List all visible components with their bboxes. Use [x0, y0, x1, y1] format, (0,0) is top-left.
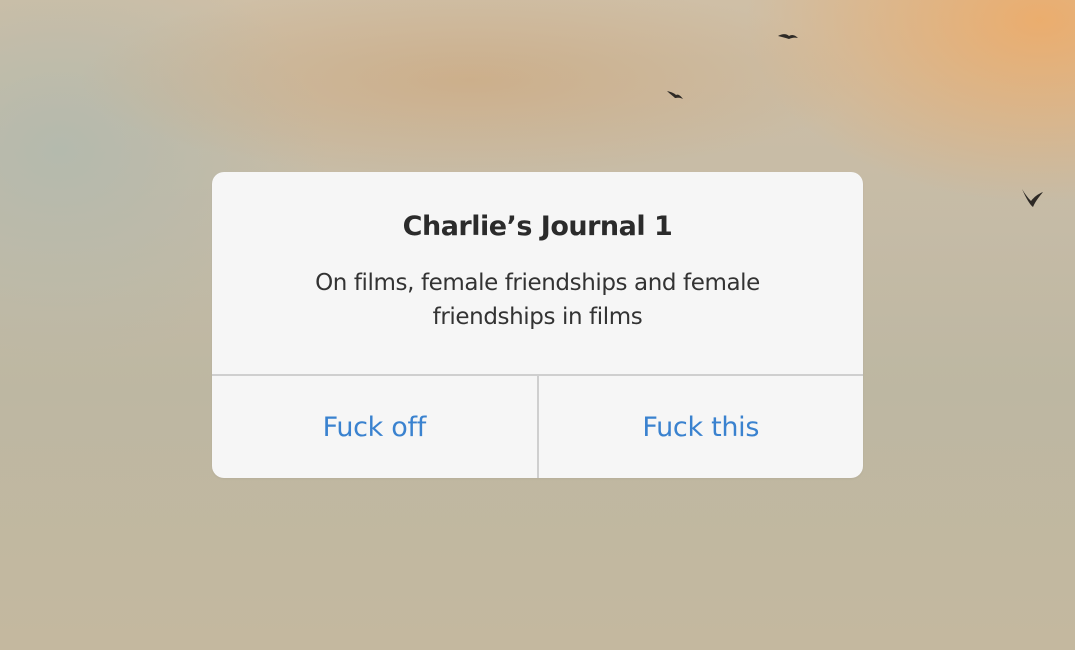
alert-dialog: Charlie’s Journal 1 On films, female fri… — [212, 172, 863, 478]
bird-icon — [1022, 189, 1043, 207]
bird-icon — [778, 34, 798, 39]
fuck-off-button[interactable]: Fuck off — [212, 376, 537, 478]
dialog-actions: Fuck off Fuck this — [212, 376, 863, 478]
dialog-title: Charlie’s Journal 1 — [402, 211, 673, 242]
bird-icon — [667, 91, 683, 99]
dialog-content: Charlie’s Journal 1 On films, female fri… — [212, 172, 863, 374]
dialog-message: On films, female friendships and female … — [315, 270, 760, 330]
fuck-this-button[interactable]: Fuck this — [539, 376, 864, 478]
